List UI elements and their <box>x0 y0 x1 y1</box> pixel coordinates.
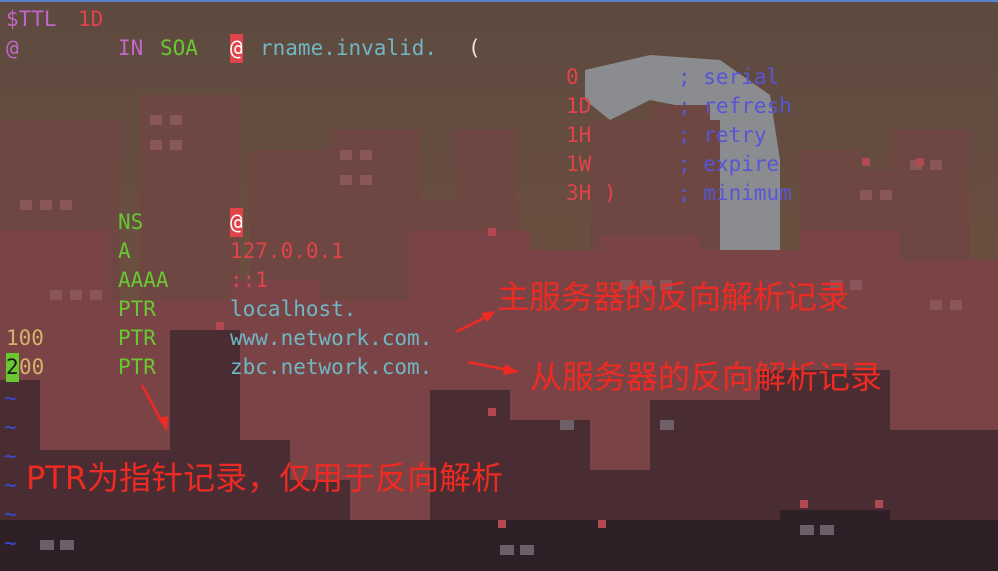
soa-origin: @ <box>6 36 19 60</box>
soa-field-comment: ; minimum <box>678 181 792 205</box>
soa-field-comment: ; refresh <box>678 94 792 118</box>
soa-open-paren: ( <box>468 36 481 60</box>
soa-field-row: 1D ; refresh <box>0 92 792 121</box>
record-type: PTR <box>118 326 156 350</box>
record-type: PTR <box>118 297 156 321</box>
record-row: A 127.0.0.1 <box>0 237 344 266</box>
soa-field-row: 1H ; retry <box>0 121 767 150</box>
soa-type: SOA <box>160 36 198 60</box>
empty-line-tilde: ~ <box>4 473 17 497</box>
soa-field-row: 1W ; expire <box>0 150 779 179</box>
record-name-rest: 00 <box>19 355 45 379</box>
annotation-primary: 主服务器的反向解析记录 <box>497 278 850 316</box>
empty-line-tilde: ~ <box>4 386 17 410</box>
soa-field-comment: ; expire <box>678 152 780 176</box>
soa-field-row: 3H ) ; minimum <box>0 179 792 208</box>
text-cursor: 2 <box>6 353 19 382</box>
record-data: localhost. <box>230 297 357 321</box>
record-type: PTR <box>118 355 156 379</box>
soa-field-value: 1W <box>566 152 592 176</box>
record-data: zbc.network.com. <box>230 355 433 379</box>
record-row: 2 00 PTR zbc.network.com. <box>0 353 432 382</box>
empty-line-tilde: ~ <box>4 444 17 468</box>
record-type: A <box>118 239 131 263</box>
soa-field-value: 3H ) <box>566 181 617 205</box>
soa-field-comment: ; serial <box>678 65 780 89</box>
soa-field-value: 1H <box>566 123 592 147</box>
soa-class: IN <box>118 36 144 60</box>
empty-line-tilde: ~ <box>4 531 17 555</box>
soa-field-value: 0 <box>566 65 579 89</box>
zone-line-soa: @ IN SOA @ rname.invalid. ( <box>0 34 481 63</box>
record-row: PTR localhost. <box>0 295 356 324</box>
record-data: 127.0.0.1 <box>230 239 344 263</box>
record-row: NS @ <box>0 208 243 237</box>
soa-field-value: 1D <box>566 94 592 118</box>
record-row: 100 PTR www.network.com. <box>0 324 432 353</box>
ttl-value: 1D <box>78 7 104 31</box>
record-row: AAAA ::1 <box>0 266 268 295</box>
record-name: 100 <box>6 326 44 350</box>
soa-mname: @ <box>230 34 243 63</box>
record-data: www.network.com. <box>230 326 433 350</box>
record-data: ::1 <box>230 268 268 292</box>
record-type: AAAA <box>118 268 169 292</box>
record-type: NS <box>118 210 144 234</box>
soa-field-comment: ; retry <box>678 123 767 147</box>
annotation-secondary: 从服务器的反向解析记录 <box>530 358 883 396</box>
annotation-ptr-note: PTR为指针记录，仅用于反向解析 <box>26 459 504 497</box>
empty-line-tilde: ~ <box>4 502 17 526</box>
zone-line-ttl: $TTL 1D <box>0 5 103 34</box>
ttl-directive: $TTL <box>6 7 57 31</box>
record-data: @ <box>230 208 243 237</box>
soa-rname: rname.invalid. <box>260 36 438 60</box>
empty-line-tilde: ~ <box>4 415 17 439</box>
soa-field-row: 0 ; serial <box>0 63 779 92</box>
